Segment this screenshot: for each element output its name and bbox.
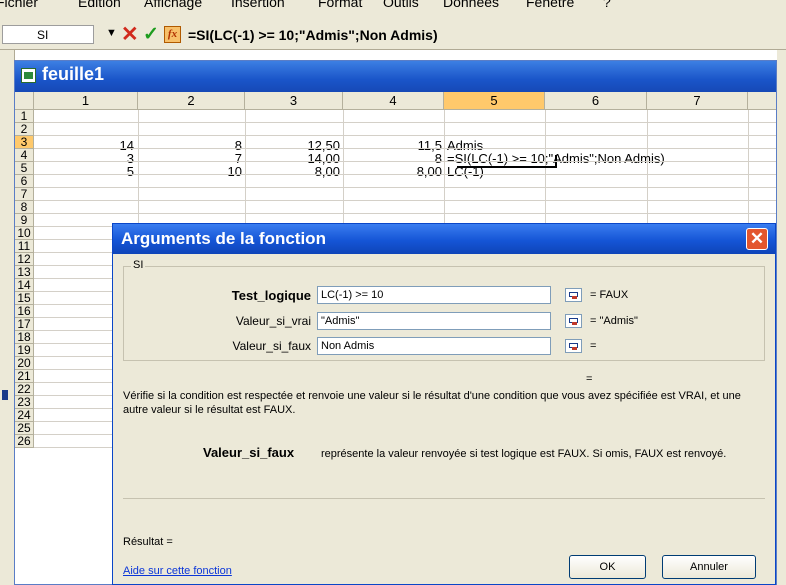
- menu-item-insertion[interactable]: Insertion: [231, 0, 285, 10]
- cell-r3c1[interactable]: 3: [34, 152, 134, 165]
- dialog-title-bar[interactable]: Arguments de la fonction ✕: [113, 224, 775, 254]
- grid-line: [34, 200, 776, 201]
- left-toolbar-strip: [0, 50, 15, 585]
- arg-result-test-logique: = FAUX: [590, 289, 629, 301]
- cell-r4c4[interactable]: 8,00: [343, 165, 442, 178]
- function-name-label: SI: [131, 259, 146, 271]
- enter-check-icon[interactable]: ✓: [143, 23, 159, 46]
- menu-bar: Fichier Edition Affichage Insertion Form…: [0, 0, 786, 22]
- menu-item-format[interactable]: Format: [318, 0, 362, 10]
- menu-item-donnees[interactable]: Données: [443, 0, 499, 10]
- grid-line: [34, 187, 776, 188]
- column-header-2[interactable]: 2: [138, 92, 245, 110]
- formula-result-eq: =: [586, 373, 593, 385]
- cell-r3c2[interactable]: 7: [138, 152, 242, 165]
- workbook-title: feuille1: [42, 64, 105, 84]
- spreadsheet-icon: [21, 68, 36, 83]
- workbook-title-bar: feuille1: [15, 61, 776, 92]
- menu-item-fenetre[interactable]: Fenêtre: [526, 0, 574, 10]
- cell-r2c2[interactable]: 8: [138, 139, 242, 152]
- cell-r4c5[interactable]: LC(-1): [447, 165, 543, 178]
- dialog-separator: [123, 498, 765, 499]
- column-header-8[interactable]: [748, 92, 776, 110]
- right-scroll-strip: [777, 50, 786, 585]
- result-label: Résultat =: [123, 536, 173, 548]
- grid-line: [34, 135, 776, 136]
- ok-button[interactable]: OK: [569, 555, 646, 579]
- test-logique-input[interactable]: [317, 286, 551, 304]
- cell-r2c4[interactable]: 11,5: [343, 139, 442, 152]
- cancel-button[interactable]: Annuler: [662, 555, 756, 579]
- grid-line: [34, 213, 776, 214]
- cell-r4c2[interactable]: 10: [138, 165, 242, 178]
- function-arguments-dialog: Arguments de la fonction ✕ SI Test_logiq…: [112, 223, 776, 585]
- arg-result-valeur-si-faux: =: [590, 340, 597, 352]
- collapse-dialog-icon[interactable]: [565, 288, 582, 302]
- grid-line: [34, 122, 776, 123]
- column-header-4[interactable]: 4: [343, 92, 444, 110]
- arg-help-text: représente la valeur renvoyée si test lo…: [321, 448, 727, 460]
- collapse-dialog-icon[interactable]: [565, 314, 582, 328]
- menu-item-help[interactable]: ?: [603, 0, 611, 10]
- select-all-corner[interactable]: [15, 92, 34, 110]
- help-link[interactable]: Aide sur cette fonction: [123, 565, 232, 577]
- close-icon[interactable]: ✕: [746, 228, 768, 250]
- collapse-dialog-icon[interactable]: [565, 339, 582, 353]
- formula-input[interactable]: =SI(LC(-1) >= 10;"Admis";Non Admis): [188, 27, 438, 43]
- name-box-dropdown-icon[interactable]: ▼: [106, 27, 117, 39]
- column-header-5[interactable]: 5: [444, 92, 545, 110]
- toolbar-marker: [2, 390, 8, 400]
- cell-r4c1[interactable]: 5: [34, 165, 134, 178]
- menu-item-edition[interactable]: Edition: [78, 0, 121, 10]
- insert-function-icon[interactable]: fx: [164, 26, 181, 43]
- arg-label-valeur-si-vrai: Valeur_si_vrai: [235, 314, 311, 328]
- cell-r2c1[interactable]: 14: [34, 139, 134, 152]
- grid-line: [34, 161, 776, 162]
- valeur-si-vrai-input[interactable]: [317, 312, 551, 330]
- arg-label-test-logique: Test_logique: [231, 288, 311, 303]
- cell-r3c5-active[interactable]: =SI(LC(-1) >= 10;"Admis";Non Admis): [447, 152, 747, 165]
- column-header-3[interactable]: 3: [245, 92, 343, 110]
- arg-label-valeur-si-faux: Valeur_si_faux: [232, 339, 312, 353]
- row-header-26[interactable]: 26: [15, 435, 34, 448]
- column-header-7[interactable]: 7: [647, 92, 748, 110]
- arg-result-valeur-si-vrai: = "Admis": [590, 315, 638, 327]
- valeur-si-faux-input[interactable]: [317, 337, 551, 355]
- arg-help-name: Valeur_si_faux: [203, 445, 295, 460]
- menu-item-fichier[interactable]: Fichier: [0, 0, 38, 10]
- cancel-icon[interactable]: ✕: [121, 22, 139, 47]
- grid-line: [34, 174, 776, 175]
- formula-bar: SI ▼ ✕ ✓ fx =SI(LC(-1) >= 10;"Admis";Non…: [0, 22, 786, 50]
- name-box[interactable]: SI: [2, 25, 94, 44]
- menu-item-outils[interactable]: Outils: [383, 0, 419, 10]
- dialog-title: Arguments de la fonction: [121, 229, 326, 248]
- grid-line: [34, 148, 776, 149]
- column-header-6[interactable]: 6: [545, 92, 647, 110]
- menu-item-affichage[interactable]: Affichage: [144, 0, 202, 10]
- cell-r4c3[interactable]: 8,00: [245, 165, 340, 178]
- column-header-1[interactable]: 1: [34, 92, 138, 110]
- function-description: Vérifie si la condition est respectée et…: [123, 390, 741, 416]
